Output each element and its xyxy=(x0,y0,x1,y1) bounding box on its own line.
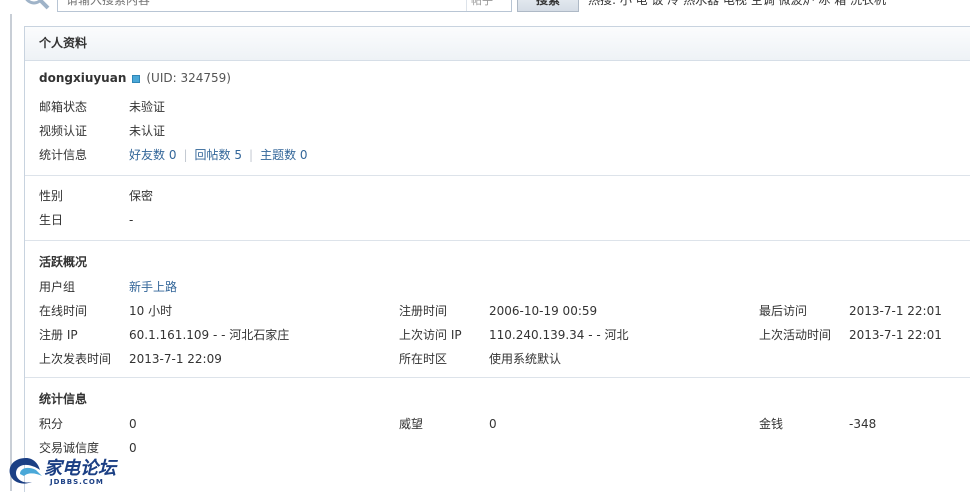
money-label: 金钱 xyxy=(759,417,784,431)
threads-label: 主题数 xyxy=(260,148,297,162)
last-active-label: 上次活动时间 xyxy=(759,328,832,342)
statistics-title: 统计信息 xyxy=(39,392,88,406)
profile-basic-section: dongxiuyuan (UID: 324759) 邮箱状态 未验证 视频认证 未… xyxy=(25,61,970,176)
activity-row-1: 在线时间 10 小时 注册时间 2006-10-19 00:59 最后访问 20… xyxy=(39,299,970,323)
online-status-icon xyxy=(132,74,141,83)
video-verify-value: 未认证 xyxy=(129,124,166,138)
search-button[interactable]: 搜索 xyxy=(517,0,579,12)
prestige-value: 0 xyxy=(489,417,497,431)
search-bar: 帖子 搜索 热搜: 小 电 饭 冷 热水器 电视 空调 微波炉 冰 箱 洗衣机 xyxy=(0,0,970,14)
personal-section: 性别 保密 生日 - xyxy=(25,176,970,241)
threads-value: 0 xyxy=(299,148,308,162)
online-time-label: 在线时间 xyxy=(39,304,88,318)
money-value: -348 xyxy=(849,417,877,431)
register-time-value: 2006-10-19 00:59 xyxy=(489,304,598,318)
last-visit-ip-value: 110.240.139.34 - - 河北 xyxy=(489,328,629,342)
separator: | xyxy=(183,148,188,162)
left-divider xyxy=(10,14,12,491)
friends-count-link[interactable]: 好友数 0 xyxy=(129,148,176,162)
email-status-value: 未验证 xyxy=(129,100,166,114)
stats-label: 统计信息 xyxy=(39,148,88,162)
separator: | xyxy=(249,148,254,162)
user-uid: (UID: 324759) xyxy=(146,71,231,85)
timezone-label: 所在时区 xyxy=(399,352,448,366)
usergroup-value[interactable]: 新手上路 xyxy=(129,275,177,299)
statistics-row-1: 积分 0 威望 0 金钱 -348 xyxy=(39,412,970,436)
activity-row-2: 注册 IP 60.1.161.109 - - 河北石家庄 上次访问 IP 110… xyxy=(39,323,970,347)
usergroup-link[interactable]: 新手上路 xyxy=(129,280,177,294)
last-post-label: 上次发表时间 xyxy=(39,352,112,366)
friends-label: 好友数 xyxy=(129,148,166,162)
video-verify-row: 视频认证 未认证 xyxy=(39,119,970,143)
threads-count-link[interactable]: 主题数 0 xyxy=(260,148,307,162)
replies-label: 回帖数 xyxy=(194,148,231,162)
gender-row: 性别 保密 xyxy=(39,184,970,208)
gender-label: 性别 xyxy=(39,189,64,203)
search-input[interactable] xyxy=(57,0,512,12)
stats-row: 统计信息 好友数 0 | 回帖数 5 | 主题数 0 xyxy=(39,143,970,167)
last-visit-label: 最后访问 xyxy=(759,304,808,318)
email-status-row: 邮箱状态 未验证 xyxy=(39,95,970,119)
email-status-label: 邮箱状态 xyxy=(39,100,88,114)
logo-swirl-icon xyxy=(9,458,42,484)
register-time-label: 注册时间 xyxy=(399,304,448,318)
logo-subtext: JDBBS.COM xyxy=(50,478,104,486)
statistics-section: 统计信息 积分 0 威望 0 金钱 -348 交易诚信度 0 xyxy=(25,386,970,460)
usergroup-label: 用户组 xyxy=(39,280,76,294)
register-ip-label: 注册 IP xyxy=(39,328,78,342)
trade-credit-value: 0 xyxy=(129,441,137,455)
gender-value: 保密 xyxy=(129,189,154,203)
last-active-value: 2013-7-1 22:01 xyxy=(849,328,942,342)
timezone-value: 使用系统默认 xyxy=(489,352,562,366)
online-time-value: 10 小时 xyxy=(129,304,173,318)
activity-title: 活跃概况 xyxy=(39,255,88,269)
usergroup-row: 用户组 新手上路 xyxy=(39,275,970,299)
username: dongxiuyuan xyxy=(39,71,127,85)
friends-value: 0 xyxy=(168,148,177,162)
hot-search-words[interactable]: 热搜: 小 电 饭 冷 热水器 电视 空调 微波炉 冰 箱 洗衣机 xyxy=(588,0,968,10)
profile-panel: 个人资料 dongxiuyuan (UID: 324759) 邮箱状态 未验证 视… xyxy=(24,26,970,492)
replies-count-link[interactable]: 回帖数 5 xyxy=(195,148,242,162)
stats-values: 好友数 0 | 回帖数 5 | 主题数 0 xyxy=(129,143,308,167)
activity-section: 活跃概况 用户组 新手上路 在线时间 10 小时 注册时间 2006-10-19… xyxy=(25,249,970,378)
last-visit-value: 2013-7-1 22:01 xyxy=(849,304,942,318)
search-scope-select[interactable]: 帖子 xyxy=(466,0,521,11)
profile-heading: dongxiuyuan (UID: 324759) xyxy=(39,61,970,95)
prestige-label: 威望 xyxy=(399,417,424,431)
birthday-value: - xyxy=(129,213,134,227)
activity-row-3: 上次发表时间 2013-7-1 22:09 所在时区 使用系统默认 xyxy=(39,347,970,371)
logo-text: 家电论坛 xyxy=(44,458,116,479)
points-value: 0 xyxy=(129,417,137,431)
birthday-label: 生日 xyxy=(39,213,64,227)
statistics-row-2: 交易诚信度 0 xyxy=(39,436,970,460)
replies-value: 5 xyxy=(234,148,243,162)
birthday-row: 生日 - xyxy=(39,208,970,232)
site-watermark-logo: 家电论坛 JDBBS.COM xyxy=(6,454,128,490)
video-verify-label: 视频认证 xyxy=(39,124,88,138)
search-icon xyxy=(14,0,52,12)
last-post-value: 2013-7-1 22:09 xyxy=(129,352,222,366)
points-label: 积分 xyxy=(39,417,64,431)
register-ip-value: 60.1.161.109 - - 河北石家庄 xyxy=(129,328,290,342)
last-visit-ip-label: 上次访问 IP xyxy=(399,328,462,342)
panel-title: 个人资料 xyxy=(25,27,970,61)
